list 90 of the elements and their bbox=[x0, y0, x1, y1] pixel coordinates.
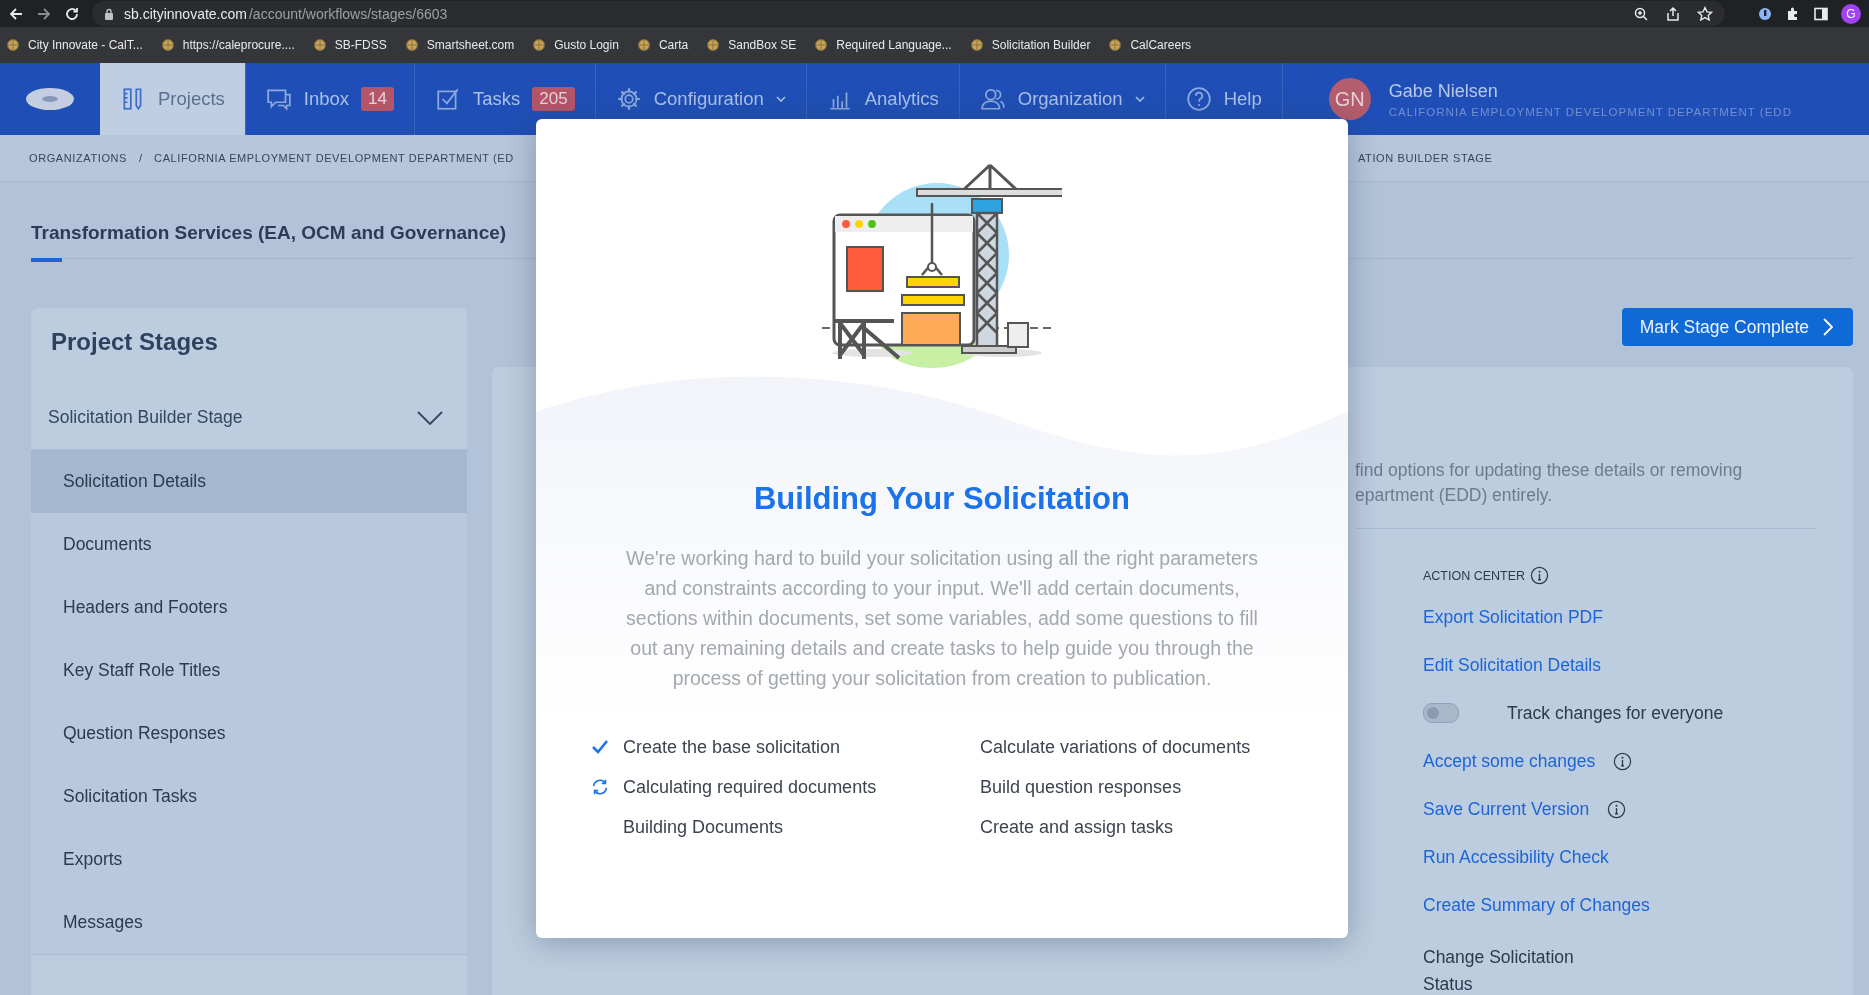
globe-icon bbox=[1108, 38, 1123, 52]
address-bar[interactable]: sb.cityinnovate.com/account/workflows/stages/6603 bbox=[92, 1, 1725, 26]
info-icon[interactable] bbox=[1613, 751, 1633, 771]
action-link[interactable]: Edit Solicitation Details bbox=[1423, 654, 1601, 676]
sidebar-icon[interactable] bbox=[1813, 5, 1829, 22]
sidebar-item[interactable]: Exports bbox=[31, 828, 467, 891]
tab-label: Tasks bbox=[473, 88, 521, 110]
action-link[interactable]: Create Summary of Changes bbox=[1423, 894, 1650, 916]
count-badge: 205 bbox=[532, 87, 575, 111]
sidebar-item[interactable]: Solicitation Details bbox=[31, 450, 467, 513]
step-label: Create and assign tasks bbox=[980, 816, 1174, 838]
tab-label: Organization bbox=[1017, 88, 1123, 110]
bookmark-link[interactable]: Required Language... bbox=[814, 38, 952, 52]
step-label: Building Documents bbox=[623, 816, 784, 838]
globe-icon bbox=[636, 38, 651, 52]
profile-avatar[interactable]: G bbox=[1841, 3, 1861, 24]
help-icon bbox=[1185, 86, 1212, 112]
star-icon[interactable] bbox=[1697, 5, 1713, 22]
sidebar-item[interactable]: Headers and Footers bbox=[31, 576, 467, 639]
zoom-icon[interactable] bbox=[1633, 5, 1649, 22]
reload-icon[interactable] bbox=[64, 5, 80, 22]
user-organization: CALIFORNIA EMPLOYMENT DEVELOPMENT DEPARTMENT (EDD bbox=[1388, 105, 1792, 118]
chevron-icon bbox=[1823, 318, 1833, 336]
sidebar-item[interactable]: Documents bbox=[31, 513, 467, 576]
globe-icon bbox=[404, 38, 419, 52]
tab-label: Analytics bbox=[864, 88, 939, 110]
action-label: Change Solicitation Status bbox=[1423, 946, 1575, 995]
bookmark-link[interactable]: CalCareers bbox=[1108, 38, 1192, 52]
chevron-icon bbox=[417, 410, 443, 425]
dialog-description: We're working hard to build your solicitation using all the right parameters and constraints according to your input. We'll add certain documents, sections within documents, set some variables, add some questions to fill out any remaining details and create tasks to help guide you through the process of getting your solicitation from creation to publication. bbox=[625, 546, 1259, 691]
tab-label: Projects bbox=[158, 88, 225, 110]
bookmark-link[interactable]: SandBox SE bbox=[706, 38, 797, 52]
globe-icon bbox=[6, 38, 20, 52]
action-link[interactable]: Run Accessibility Check bbox=[1423, 846, 1609, 868]
step-label: Calculating required documents bbox=[623, 776, 877, 798]
bookmark-link[interactable]: SB-FDSS bbox=[312, 38, 387, 52]
breadcrumb-separator: / bbox=[139, 152, 143, 164]
step-label: Build question responses bbox=[980, 776, 1182, 798]
back-icon[interactable] bbox=[8, 5, 24, 22]
chat-icon bbox=[265, 86, 292, 112]
description-text: epartment (EDD) entirely. bbox=[1355, 485, 1554, 506]
bookmark-link[interactable]: City Innovate - CalT... bbox=[6, 38, 143, 52]
bookmark-link[interactable]: Smartsheet.com bbox=[404, 38, 515, 52]
globe-icon bbox=[706, 38, 721, 52]
sidebar-item[interactable]: Key Staff Role Titles bbox=[31, 639, 467, 702]
breadcrumb-link[interactable]: CALIFORNIA EMPLOYMENT DEVELOPMENT DEPARTMENT (ED bbox=[154, 152, 514, 164]
action-link[interactable]: Accept some changes bbox=[1423, 750, 1596, 772]
bookmark-link[interactable]: Carta bbox=[636, 38, 689, 52]
description-text: find options for updating these details or removing bbox=[1355, 460, 1744, 481]
bookmark-link[interactable]: https://caleprocure.... bbox=[160, 38, 295, 52]
user-avatar[interactable]: GN bbox=[1328, 78, 1371, 120]
lock-icon bbox=[104, 7, 114, 20]
share-icon[interactable] bbox=[1665, 5, 1681, 22]
toggle-switch[interactable] bbox=[1423, 703, 1459, 723]
globe-icon bbox=[969, 38, 984, 52]
globe-icon bbox=[160, 38, 175, 52]
globe-icon bbox=[312, 38, 327, 52]
tab-label: Configuration bbox=[653, 88, 764, 110]
step-label: Calculate variations of documents bbox=[980, 736, 1251, 758]
checkbox-icon bbox=[435, 86, 461, 112]
user-name: Gabe Nielsen bbox=[1388, 80, 1499, 102]
sidebar-item[interactable]: Messages bbox=[31, 891, 467, 954]
step-label: Create the base solicitation bbox=[623, 736, 841, 758]
forward-icon[interactable] bbox=[36, 5, 52, 22]
logo-icon[interactable] bbox=[25, 87, 75, 111]
people-icon bbox=[979, 86, 1006, 112]
sidebar-item[interactable]: Solicitation Tasks bbox=[31, 765, 467, 828]
project-title: Transformation Services (EA, OCM and Governance) bbox=[31, 222, 507, 244]
tab-label: Inbox bbox=[303, 88, 350, 110]
action-link[interactable]: Save Current Version bbox=[1423, 798, 1590, 820]
info-icon[interactable] bbox=[1607, 799, 1627, 819]
section-heading: ACTION CENTER bbox=[1423, 568, 1526, 583]
settings-icon bbox=[615, 86, 642, 112]
sidebar-item[interactable]: Question Responses bbox=[31, 702, 467, 765]
breadcrumb-link[interactable]: ATION BUILDER STAGE bbox=[1358, 152, 1493, 164]
sidebar-title: Project Stages bbox=[50, 327, 219, 357]
nav-tab[interactable]: Projects bbox=[100, 63, 246, 135]
extension-icon[interactable] bbox=[1757, 5, 1773, 22]
action-link[interactable]: Export Solicitation PDF bbox=[1423, 606, 1603, 628]
breadcrumb-link[interactable]: ORGANIZATIONS bbox=[29, 152, 128, 164]
toggle-label: Track changes for everyone bbox=[1507, 702, 1724, 724]
mark-stage-complete-button[interactable]: Mark Stage Complete bbox=[1621, 308, 1853, 346]
count-badge: 14 bbox=[361, 87, 394, 111]
dialog-title: Building Your Solicitation bbox=[754, 481, 1130, 517]
bookmark-link[interactable]: Gusto Login bbox=[532, 38, 619, 52]
globe-icon bbox=[532, 38, 547, 52]
bookmark-link[interactable]: Solicitation Builder bbox=[969, 38, 1091, 52]
globe-icon bbox=[814, 38, 829, 52]
tab-label: Help bbox=[1223, 88, 1262, 110]
info-icon[interactable] bbox=[1530, 566, 1550, 585]
